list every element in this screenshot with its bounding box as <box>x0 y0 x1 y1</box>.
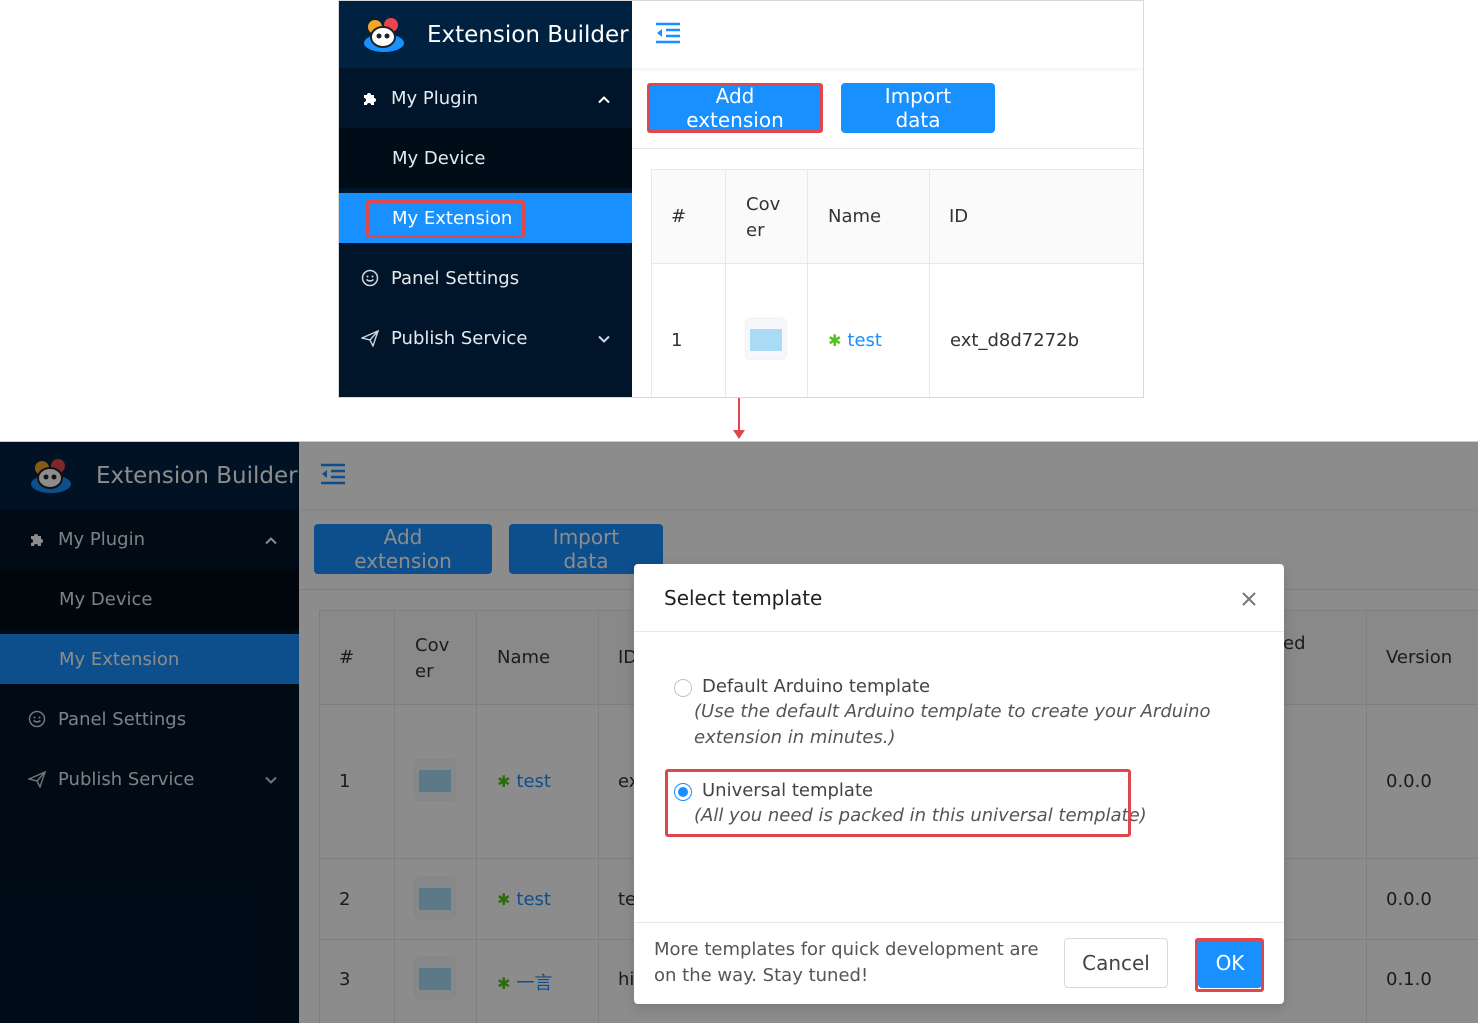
option-default-arduino[interactable]: Default Arduino template <box>674 676 930 697</box>
option-title: Default Arduino template <box>702 676 931 697</box>
modal-header: Select template <box>634 564 1284 632</box>
radio-universal[interactable] <box>674 783 692 801</box>
footer-note: More templates for quick development are… <box>654 939 1039 986</box>
radio-default-arduino[interactable] <box>674 679 692 697</box>
logo-icon <box>361 15 407 55</box>
ok-button[interactable]: OK <box>1198 938 1262 988</box>
logo-bar: Extension Builder <box>339 1 632 68</box>
screenshot-after: Extension Builder My Plugin My Device My… <box>0 441 1478 1023</box>
puzzle-icon <box>361 89 379 107</box>
send-icon <box>361 329 379 347</box>
smile-icon <box>361 269 379 287</box>
chevron-down-icon <box>598 328 610 349</box>
column-header-name: Name <box>828 206 882 227</box>
sidebar-item-panel-settings[interactable]: Panel Settings <box>339 253 632 303</box>
cancel-button[interactable]: Cancel <box>1064 938 1168 988</box>
cover-image <box>746 319 786 359</box>
arrow-line <box>738 398 740 434</box>
row-number: 1 <box>671 330 683 351</box>
row-id: ext_d8d7272b <box>950 330 1080 351</box>
add-extension-button[interactable]: Add extension <box>650 83 820 133</box>
menu-fold-icon[interactable] <box>654 21 682 49</box>
column-header-id: ID <box>949 206 969 227</box>
sidebar-item-publish-service[interactable]: Publish Service <box>339 313 632 363</box>
sidebar-item-my-device[interactable]: My Device <box>339 128 632 188</box>
option-description: (All you need is packed in this universa… <box>694 805 1147 826</box>
modal-footer: More templates for quick development are… <box>634 922 1284 1004</box>
sidebar-group-my-plugin[interactable]: My Plugin <box>339 73 632 123</box>
sidebar-item-label: Publish Service <box>391 327 528 349</box>
extension-table: # Cov er Name ID 1 ✱ test ext_d8d7272b <box>651 169 1143 397</box>
option-title: Universal template <box>702 780 874 801</box>
sidebar-item-label: My Device <box>392 147 486 169</box>
top-bar <box>632 1 1143 68</box>
import-data-button[interactable]: Import data <box>841 83 995 133</box>
main-content: Add extension Import data # Cov er Name … <box>632 1 1143 397</box>
column-header-number: # <box>671 206 687 227</box>
sidebar-item-label: Panel Settings <box>391 267 520 289</box>
app-title: Extension Builder <box>427 21 629 48</box>
chevron-up-icon <box>598 88 610 109</box>
modal-title: Select template <box>664 586 823 610</box>
option-description: (Use the default Arduino template to cre… <box>694 701 1211 748</box>
sidebar: Extension Builder My Plugin My Device My… <box>339 1 632 397</box>
column-header-cover: Cov er <box>746 194 781 241</box>
puzzle-icon: ✱ <box>828 331 842 350</box>
sidebar-group-label: My Plugin <box>391 87 479 109</box>
sidebar-item-label: My Extension <box>392 207 513 229</box>
row-name-link[interactable]: ✱ test <box>828 330 882 351</box>
select-template-modal: Select template Default Arduino template… <box>634 564 1284 1004</box>
screenshot-before: Extension Builder My Plugin My Device My… <box>338 0 1144 398</box>
arrow-down-icon <box>733 430 745 439</box>
sidebar-item-my-extension[interactable]: My Extension <box>339 193 632 243</box>
option-universal[interactable]: Universal template <box>674 780 873 801</box>
close-icon[interactable] <box>1238 588 1260 610</box>
